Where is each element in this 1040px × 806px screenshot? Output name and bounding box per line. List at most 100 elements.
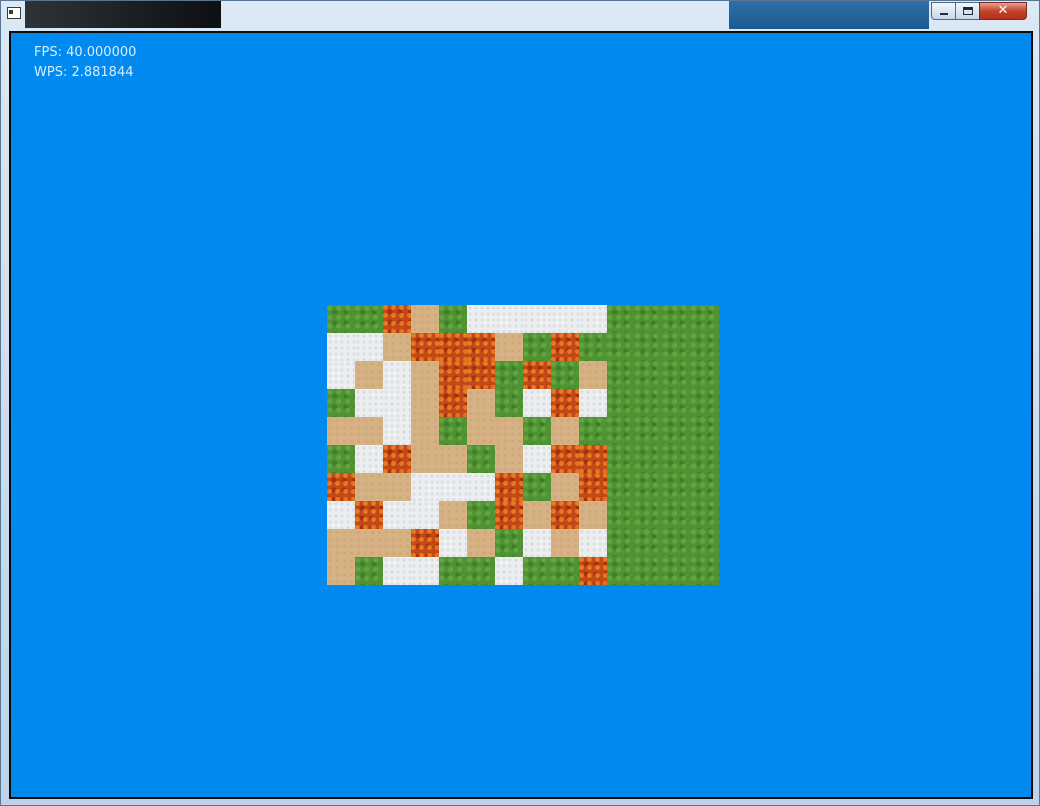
grass-tile bbox=[607, 529, 635, 557]
snow-tile bbox=[383, 501, 411, 529]
lava-tile bbox=[383, 445, 411, 473]
snow-tile bbox=[327, 361, 355, 389]
lava-tile bbox=[439, 333, 467, 361]
sand-tile bbox=[439, 501, 467, 529]
grass-tile bbox=[467, 501, 495, 529]
grass-tile bbox=[663, 389, 691, 417]
snow-tile bbox=[383, 361, 411, 389]
sand-tile bbox=[327, 529, 355, 557]
grass-tile bbox=[467, 557, 495, 585]
grass-tile bbox=[663, 333, 691, 361]
grass-tile bbox=[635, 501, 663, 529]
snow-tile bbox=[327, 501, 355, 529]
grass-tile bbox=[355, 557, 383, 585]
grass-tile bbox=[663, 361, 691, 389]
app-window-icon[interactable] bbox=[7, 7, 21, 19]
snow-tile bbox=[383, 417, 411, 445]
window-title-bar[interactable]: ✕ bbox=[1, 1, 1039, 30]
title-bar-highlight bbox=[729, 1, 929, 29]
grass-tile bbox=[523, 417, 551, 445]
grass-tile bbox=[607, 501, 635, 529]
grass-tile bbox=[635, 529, 663, 557]
grass-tile bbox=[607, 305, 635, 333]
grass-tile bbox=[691, 417, 719, 445]
lava-tile bbox=[383, 305, 411, 333]
grass-tile bbox=[635, 389, 663, 417]
lava-tile bbox=[551, 333, 579, 361]
grass-tile bbox=[551, 557, 579, 585]
sand-tile bbox=[551, 473, 579, 501]
grass-tile bbox=[607, 333, 635, 361]
grass-tile bbox=[635, 333, 663, 361]
grass-tile bbox=[327, 445, 355, 473]
tile-map[interactable] bbox=[327, 305, 719, 585]
lava-tile bbox=[551, 501, 579, 529]
snow-tile bbox=[383, 557, 411, 585]
grass-tile bbox=[551, 361, 579, 389]
debug-hud: FPS: 40.000000 WPS: 2.881844 bbox=[34, 43, 136, 83]
grass-tile bbox=[635, 417, 663, 445]
sand-tile bbox=[383, 473, 411, 501]
grass-tile bbox=[439, 417, 467, 445]
minimize-button[interactable] bbox=[931, 2, 956, 20]
maximize-icon bbox=[963, 7, 973, 15]
grass-tile bbox=[467, 445, 495, 473]
snow-tile bbox=[411, 557, 439, 585]
grass-tile bbox=[495, 361, 523, 389]
window-caption-buttons: ✕ bbox=[931, 2, 1027, 21]
lava-tile bbox=[439, 361, 467, 389]
lava-tile bbox=[467, 361, 495, 389]
grass-tile bbox=[607, 473, 635, 501]
snow-tile bbox=[439, 529, 467, 557]
grass-tile bbox=[607, 557, 635, 585]
snow-tile bbox=[551, 305, 579, 333]
sand-tile bbox=[495, 333, 523, 361]
grass-tile bbox=[523, 333, 551, 361]
snow-tile bbox=[355, 333, 383, 361]
sand-tile bbox=[467, 389, 495, 417]
grass-tile bbox=[663, 557, 691, 585]
grass-tile bbox=[663, 417, 691, 445]
sand-tile bbox=[579, 501, 607, 529]
grass-tile bbox=[691, 445, 719, 473]
game-viewport[interactable]: FPS: 40.000000 WPS: 2.881844 bbox=[9, 31, 1033, 799]
snow-tile bbox=[523, 305, 551, 333]
grass-tile bbox=[523, 557, 551, 585]
sand-tile bbox=[327, 557, 355, 585]
snow-tile bbox=[523, 529, 551, 557]
snow-tile bbox=[411, 501, 439, 529]
grass-tile bbox=[607, 361, 635, 389]
grass-tile bbox=[635, 305, 663, 333]
snow-tile bbox=[355, 389, 383, 417]
sand-tile bbox=[411, 445, 439, 473]
sand-tile bbox=[467, 529, 495, 557]
sand-tile bbox=[551, 529, 579, 557]
grass-tile bbox=[663, 529, 691, 557]
grass-tile bbox=[439, 305, 467, 333]
snow-tile bbox=[579, 389, 607, 417]
snow-tile bbox=[495, 305, 523, 333]
close-button[interactable]: ✕ bbox=[979, 2, 1027, 20]
grass-tile bbox=[579, 417, 607, 445]
maximize-button[interactable] bbox=[955, 2, 980, 20]
close-icon: ✕ bbox=[997, 3, 1009, 18]
lava-tile bbox=[495, 473, 523, 501]
sand-tile bbox=[411, 417, 439, 445]
grass-tile bbox=[439, 557, 467, 585]
grass-tile bbox=[327, 305, 355, 333]
sand-tile bbox=[383, 333, 411, 361]
snow-tile bbox=[579, 305, 607, 333]
snow-tile bbox=[439, 473, 467, 501]
lava-tile bbox=[579, 473, 607, 501]
title-bar-taskbar-preview bbox=[25, 1, 221, 28]
sand-tile bbox=[411, 389, 439, 417]
game-window: ✕ FPS: 40.000000 WPS: 2.881844 bbox=[0, 0, 1040, 806]
snow-tile bbox=[523, 445, 551, 473]
lava-tile bbox=[411, 529, 439, 557]
lava-tile bbox=[327, 473, 355, 501]
sand-tile bbox=[579, 361, 607, 389]
grass-tile bbox=[495, 389, 523, 417]
sand-tile bbox=[551, 417, 579, 445]
sand-tile bbox=[355, 361, 383, 389]
sand-tile bbox=[411, 361, 439, 389]
